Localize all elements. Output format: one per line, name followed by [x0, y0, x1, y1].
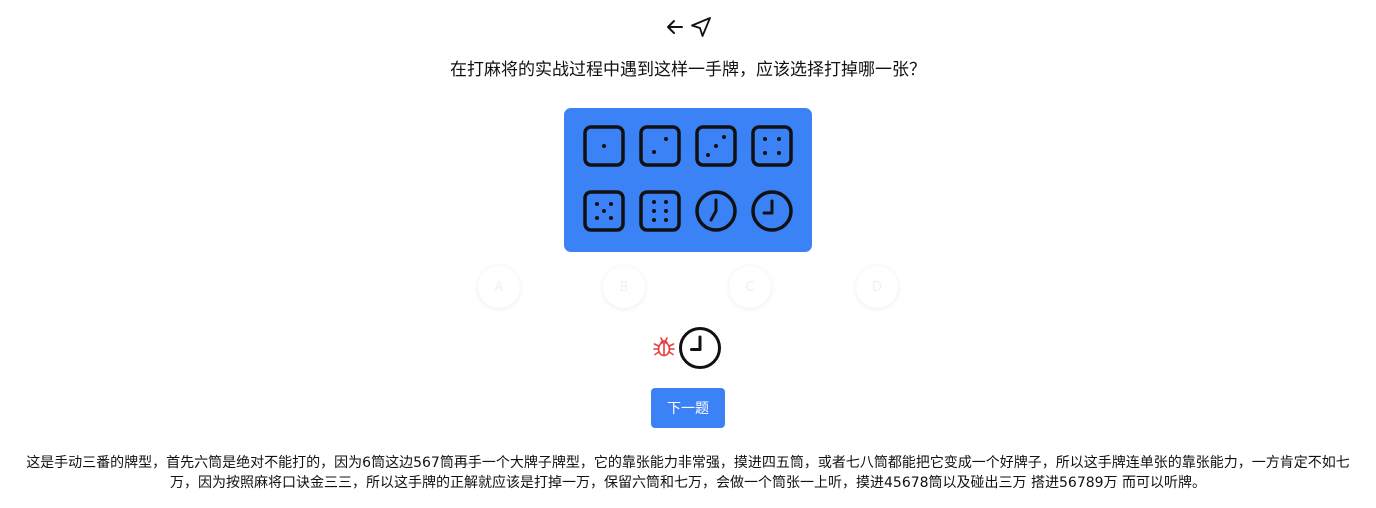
answer-options: A B C D: [0, 266, 1376, 310]
four-dot-tile-icon[interactable]: [750, 124, 794, 168]
clock-tile-icon[interactable]: [750, 189, 794, 233]
next-question-button[interactable]: 下一题: [651, 388, 725, 428]
option-label: B: [619, 279, 629, 295]
back-arrow-icon[interactable]: [663, 14, 687, 40]
explanation-text: 这是手动三番的牌型，首先六筒是绝对不能打的，因为6筒这边567筒再手一个大牌子牌…: [26, 455, 1350, 491]
three-dot-tile-icon[interactable]: [694, 124, 738, 168]
clock-tile-icon[interactable]: [694, 189, 738, 233]
bug-icon: [653, 337, 675, 357]
option-c-button[interactable]: C: [729, 266, 771, 308]
five-dot-tile-icon[interactable]: [582, 189, 626, 233]
option-label: C: [745, 279, 755, 295]
option-b-button[interactable]: B: [603, 266, 645, 308]
six-dot-tile-icon[interactable]: [638, 189, 682, 233]
option-d-button[interactable]: D: [856, 266, 898, 308]
clock-icon: [679, 327, 721, 369]
top-toolbar: [0, 14, 1376, 40]
option-label: D: [871, 279, 882, 295]
quiz-page: 在打麻将的实战过程中遇到这样一手牌，应该选择打掉哪一张？ A B C D 下一题…: [0, 0, 1376, 508]
option-label: A: [494, 279, 504, 295]
hand-tiles-panel: [564, 108, 812, 252]
send-icon[interactable]: [689, 14, 713, 40]
two-dot-tile-icon[interactable]: [638, 124, 682, 168]
one-dot-tile-icon[interactable]: [582, 124, 626, 168]
answer-row: [0, 325, 1376, 371]
option-a-button[interactable]: A: [478, 266, 520, 308]
question-text: 在打麻将的实战过程中遇到这样一手牌，应该选择打掉哪一张？: [450, 60, 926, 80]
